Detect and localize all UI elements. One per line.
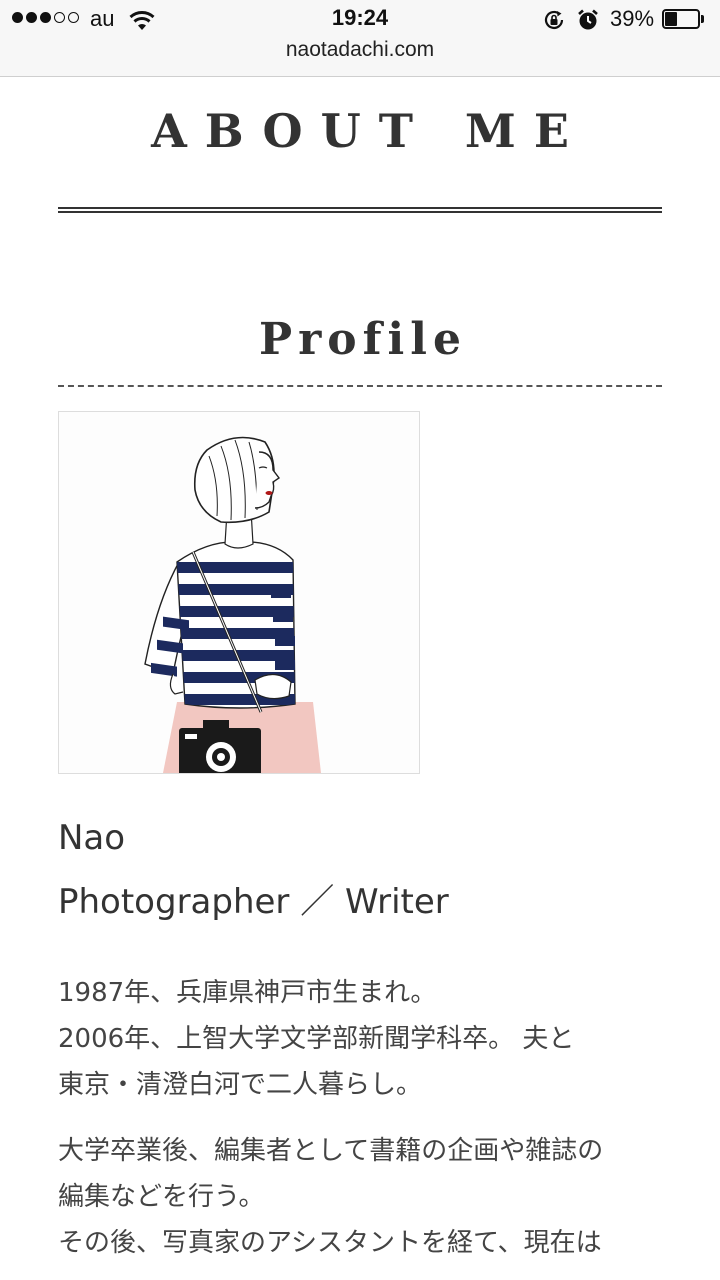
status-bar: au 19:24 39% [0, 0, 720, 40]
lock-rotation-icon [542, 8, 566, 36]
bio-line: 大学卒業後、編集者として書籍の企画や雑誌の [58, 1136, 604, 1166]
battery-percentage: 39% [610, 6, 655, 31]
bio-paragraph-1: 1987年、兵庫県神戸市生まれ。 2006年、上智大学文学部新聞学科卒。 夫と … [58, 970, 668, 1108]
bio-line: 東京・清澄白河で二人暮らし。 [58, 1070, 423, 1100]
bio-line: 2006年、上智大学文学部新聞学科卒。 夫と [58, 1024, 575, 1054]
sleeve-stripe [275, 660, 295, 670]
bio-paragraph-2: 大学卒業後、編集者として書籍の企画や雑誌の 編集などを行う。 その後、写真家のア… [58, 1128, 668, 1266]
section-divider [58, 385, 662, 387]
alarm-icon [576, 8, 600, 36]
profile-role: Photographer ／ Writer [58, 882, 449, 922]
page-title: ABOUT ME [151, 104, 587, 158]
browser-chrome: au 19:24 39% naotadachi.com [0, 0, 720, 77]
sleeve-stripe [271, 588, 291, 598]
bio-line: その後、写真家のアシスタントを経て、現在は [58, 1228, 602, 1258]
section-heading: Profile [259, 314, 467, 365]
sleeve-stripe [275, 636, 295, 646]
shirt-stripe [177, 562, 295, 573]
battery-icon [662, 9, 706, 29]
sleeve-stripe [273, 612, 293, 622]
bio-line: 1987年、兵庫県神戸市生まれ。 [58, 978, 437, 1008]
profile-illustration [58, 411, 420, 774]
profile-name: Nao [58, 818, 126, 858]
battery-level-fill [665, 12, 677, 26]
battery-tip [701, 15, 704, 23]
bio-line: 編集などを行う。 [58, 1182, 265, 1212]
title-divider [58, 207, 662, 213]
address-bar[interactable]: naotadachi.com [0, 38, 720, 62]
